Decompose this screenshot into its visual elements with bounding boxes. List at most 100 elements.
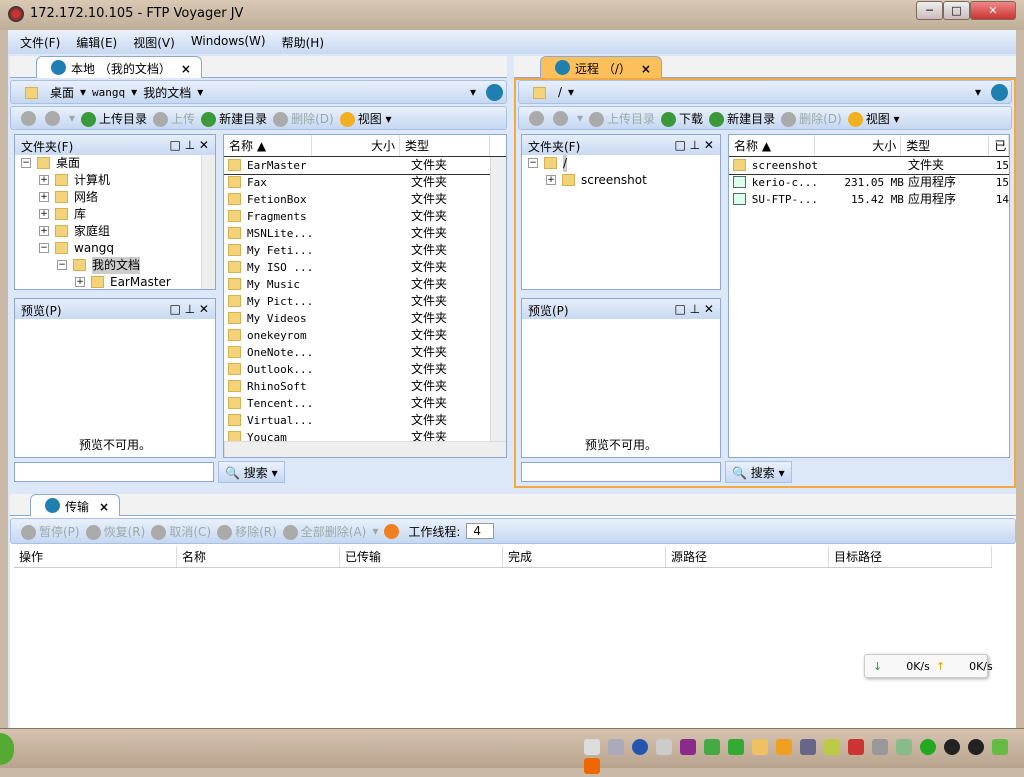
tree-node[interactable]: + 网络 [15, 189, 215, 206]
file-row[interactable]: OneNote... 文件夹 [224, 344, 506, 361]
tree-node[interactable]: + 家庭组 [15, 223, 215, 240]
tree-node[interactable]: − / [522, 155, 720, 172]
file-row[interactable]: onekeyrom 文件夹 [224, 327, 506, 344]
pane-controls-icon[interactable]: □ ⊥ ✕ [675, 138, 714, 152]
pane-controls-icon[interactable]: □ ⊥ ✕ [170, 138, 209, 152]
file-row[interactable]: MSNLite... 文件夹 [224, 225, 506, 242]
search-input[interactable] [521, 462, 721, 482]
path-dropdown-icon[interactable]: ▾ [470, 85, 476, 99]
close-tab-icon[interactable]: × [181, 62, 191, 76]
file-row[interactable]: My Feti... 文件夹 [224, 242, 506, 259]
maximize-button[interactable]: □ [943, 1, 970, 20]
tray-icon[interactable] [656, 739, 672, 755]
file-row[interactable]: My ISO ... 文件夹 [224, 259, 506, 276]
search-button[interactable]: 🔍 搜索 ▾ [725, 461, 792, 483]
back-icon[interactable] [21, 110, 36, 126]
volume-icon[interactable] [872, 739, 888, 755]
qq-icon[interactable] [944, 739, 960, 755]
cancel-button[interactable]: 取消(C) [151, 523, 211, 540]
upload-button[interactable]: 上传 [153, 110, 195, 127]
tree-node[interactable]: − wangq [15, 240, 215, 257]
expand-toggle-icon[interactable]: − [39, 243, 49, 253]
file-row[interactable]: My Pict... 文件夹 [224, 293, 506, 310]
new-dir-button[interactable]: 新建目录 [201, 110, 267, 127]
file-row[interactable]: FetionBox 文件夹 [224, 191, 506, 208]
flag-icon[interactable] [848, 739, 864, 755]
transfer-col[interactable]: 已传输 [340, 546, 503, 567]
network-icon[interactable] [896, 739, 912, 755]
menu-edit[interactable]: 编辑(E) [68, 30, 125, 54]
col-name[interactable]: 名称 ▲ [224, 135, 312, 156]
col-type[interactable]: 类型 [901, 135, 990, 156]
file-row[interactable]: kerio-c... 231.05 MB 应用程序 15 [729, 174, 1009, 191]
transfer-col[interactable]: 完成 [503, 546, 666, 567]
tray-icon[interactable] [584, 758, 600, 774]
tab-remote[interactable]: 远程 （/） × [540, 56, 662, 78]
file-row[interactable]: Virtual... 文件夹 [224, 412, 506, 429]
transfer-col[interactable]: 目标路径 [829, 546, 992, 567]
forward-icon[interactable] [45, 110, 60, 126]
expand-toggle-icon[interactable]: − [57, 260, 67, 270]
close-button[interactable]: ✕ [970, 1, 1016, 20]
close-tab-icon[interactable]: × [641, 62, 651, 76]
qq-icon[interactable] [968, 739, 984, 755]
expand-toggle-icon[interactable]: + [39, 209, 49, 219]
refresh-icon[interactable] [486, 83, 503, 101]
breadcrumb-documents[interactable]: 我的文档 [143, 84, 191, 101]
col-type[interactable]: 类型 [400, 135, 490, 156]
vertical-scrollbar[interactable] [490, 157, 506, 443]
breadcrumb-desktop[interactable]: 桌面 [50, 84, 74, 101]
expand-toggle-icon[interactable]: − [528, 158, 538, 168]
expand-toggle-icon[interactable]: + [39, 192, 49, 202]
menu-file[interactable]: 文件(F) [12, 30, 68, 54]
tray-icon[interactable] [824, 739, 840, 755]
file-row[interactable]: Fax 文件夹 [224, 174, 506, 191]
expand-toggle-icon[interactable]: − [21, 158, 31, 168]
tray-icon[interactable] [584, 739, 600, 755]
onenote-icon[interactable] [680, 739, 696, 755]
tray-icon[interactable] [920, 739, 936, 755]
file-row[interactable]: Fragments 文件夹 [224, 208, 506, 225]
file-row[interactable]: Outlook... 文件夹 [224, 361, 506, 378]
expand-toggle-icon[interactable]: + [75, 277, 85, 287]
file-row[interactable]: screenshot 文件夹 15 [729, 156, 1009, 175]
expand-toggle-icon[interactable]: + [546, 175, 556, 185]
tree-node[interactable]: − 我的文档 [15, 257, 215, 274]
tree-scrollbar[interactable] [201, 155, 215, 289]
keyboard-icon[interactable] [608, 739, 624, 755]
file-row[interactable]: Tencent... 文件夹 [224, 395, 506, 412]
transfer-col[interactable]: 名称 [177, 546, 340, 567]
tab-transfer[interactable]: 传输 × [30, 494, 121, 516]
tree-node[interactable]: + screenshot [522, 172, 720, 189]
start-button[interactable] [0, 733, 14, 765]
col-size[interactable]: 大小 [312, 135, 400, 156]
col-name[interactable]: 名称 ▲ [729, 135, 816, 156]
monitor-icon[interactable] [800, 739, 816, 755]
resume-button[interactable]: 恢复(R) [85, 523, 145, 540]
search-input[interactable] [14, 462, 214, 482]
menu-windows[interactable]: Windows(W) [183, 30, 274, 54]
close-tab-icon[interactable]: × [99, 500, 109, 514]
expand-toggle-icon[interactable]: + [39, 175, 49, 185]
shield-icon[interactable] [728, 739, 744, 755]
mail-icon[interactable] [752, 739, 768, 755]
menu-view[interactable]: 视图(V) [125, 30, 183, 54]
minimize-button[interactable]: ─ [916, 1, 943, 20]
file-row[interactable]: SU-FTP-... 15.42 MB 应用程序 14 [729, 191, 1009, 208]
col-date[interactable]: 已 [989, 135, 1009, 156]
col-size[interactable]: 大小 [815, 135, 902, 156]
tab-local[interactable]: 本地 （我的文档） × [36, 56, 202, 78]
pause-button[interactable]: 暂停(P) [21, 523, 80, 540]
tray-icon[interactable] [992, 739, 1008, 755]
help-icon[interactable] [632, 739, 648, 755]
tray-icon[interactable] [704, 739, 720, 755]
threads-stepper[interactable]: 4 [466, 523, 495, 539]
transfer-col[interactable]: 源路径 [666, 546, 829, 567]
expand-toggle-icon[interactable]: + [39, 226, 49, 236]
remove-button[interactable]: 移除(R) [217, 523, 277, 540]
remove-all-button[interactable]: 全部删除(A) [282, 523, 366, 540]
file-row[interactable]: My Videos 文件夹 [224, 310, 506, 327]
file-row[interactable]: EarMaster 文件夹 [224, 156, 506, 175]
upload-dir-button[interactable]: 上传目录 [81, 110, 147, 127]
outlook-icon[interactable] [776, 739, 792, 755]
